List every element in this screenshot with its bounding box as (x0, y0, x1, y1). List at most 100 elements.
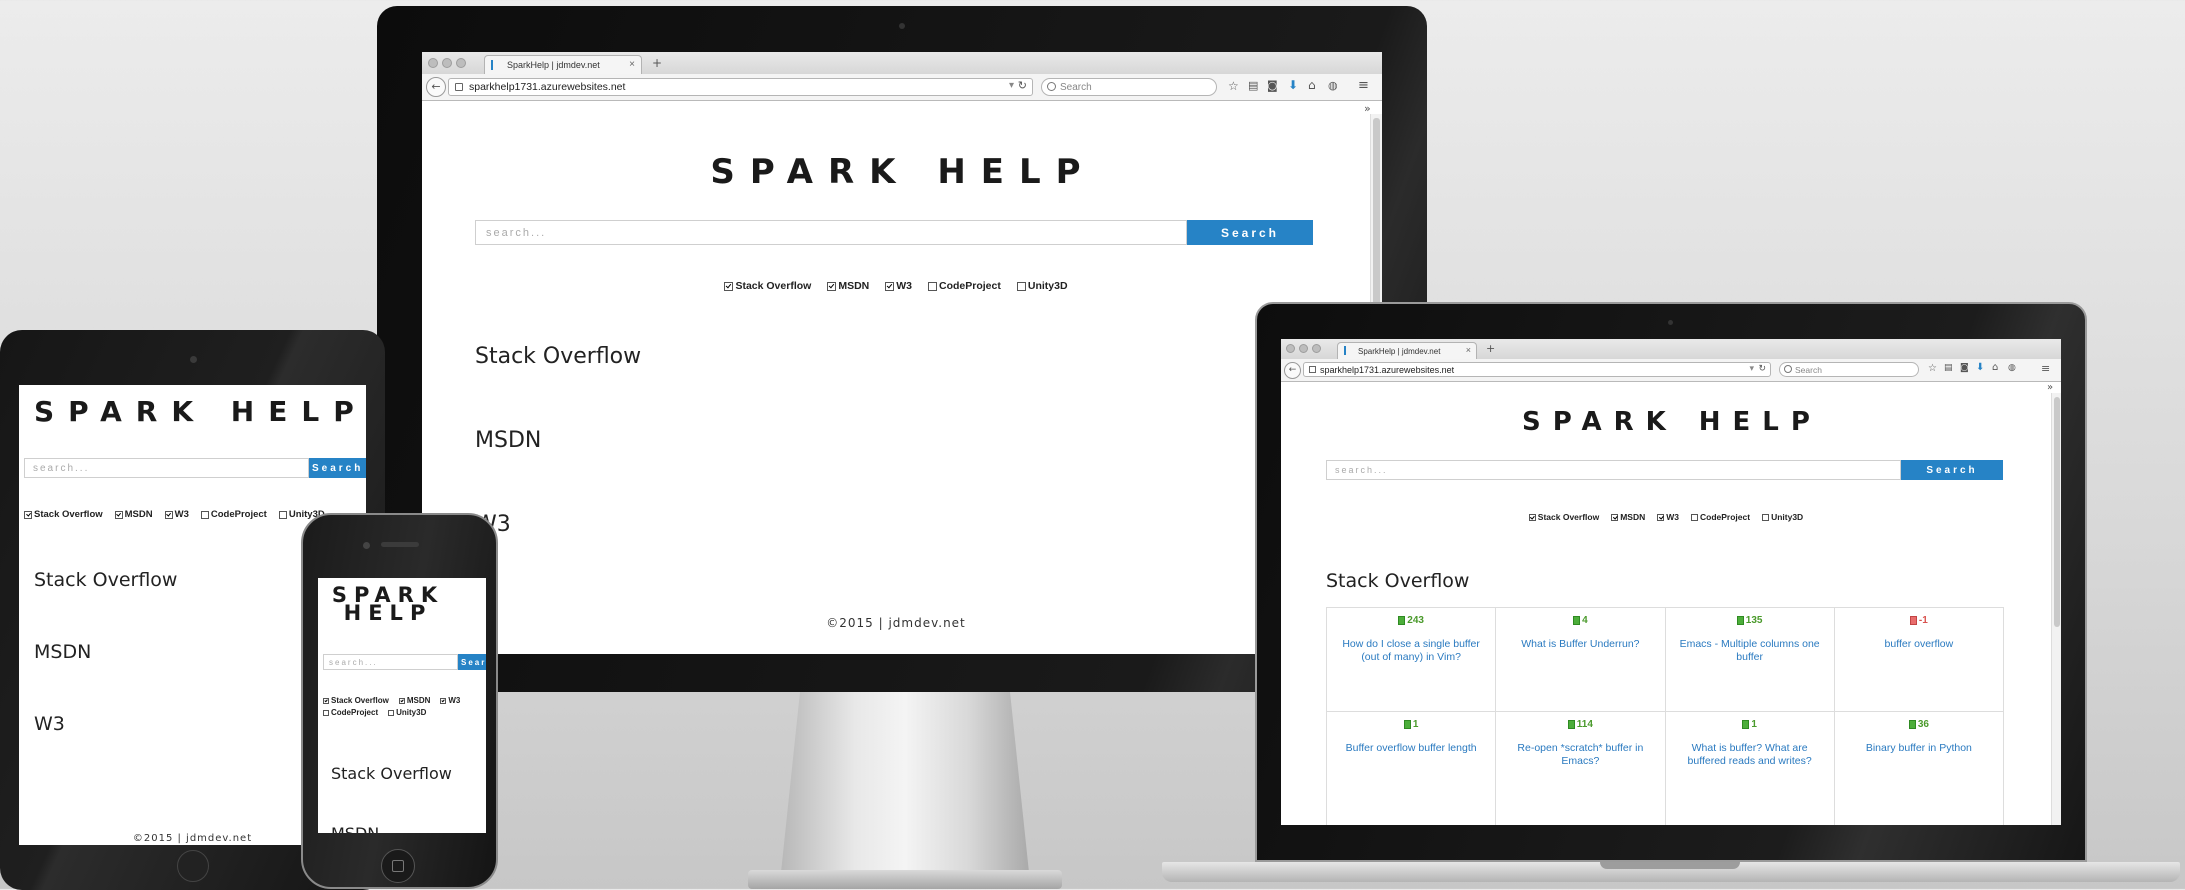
result-card[interactable]: 135 Emacs - Multiple columns one buffer (1665, 608, 1835, 712)
checkbox-box[interactable] (1611, 513, 1619, 521)
url-dropdown-icon[interactable]: ▾ (1009, 80, 1014, 91)
checkbox-box[interactable] (24, 510, 32, 519)
checkbox-stack-overflow[interactable]: Stack Overflow (323, 696, 389, 705)
checkbox-msdn[interactable]: MSDN (114, 509, 153, 520)
clipboard-icon[interactable]: ▤ (1944, 364, 1953, 373)
reload-icon[interactable]: ↻ (1018, 79, 1027, 92)
checkbox-unity3d[interactable]: Unity3D (388, 708, 426, 717)
search-button[interactable]: Search (458, 654, 486, 670)
checkbox-stack-overflow[interactable]: Stack Overflow (1528, 512, 1599, 522)
checkbox-msdn[interactable]: MSDN (398, 696, 430, 705)
question-link[interactable]: Buffer overflow buffer length (1327, 742, 1495, 755)
checkbox-box[interactable] (827, 281, 837, 291)
url-dropdown-icon[interactable]: ▾ (1749, 363, 1754, 374)
chat-icon[interactable]: ◍ (1328, 80, 1338, 91)
checkbox-codeproject[interactable]: CodeProject (323, 708, 378, 717)
question-link[interactable]: Binary buffer in Python (1835, 742, 2003, 755)
zoom-window-icon[interactable] (456, 58, 466, 68)
checkbox-w3[interactable]: W3 (885, 280, 912, 292)
result-card[interactable]: 1 Buffer overflow buffer length (1327, 712, 1497, 825)
question-link[interactable]: Emacs - Multiple columns one buffer (1666, 638, 1834, 664)
checkbox-stack-overflow[interactable]: Stack Overflow (24, 509, 103, 520)
checkbox-codeproject[interactable]: CodeProject (1691, 512, 1750, 522)
checkbox-unity3d[interactable]: Unity3D (1016, 280, 1068, 292)
home-button-icon[interactable] (381, 849, 415, 883)
laptop-tab[interactable]: SparkHelp | jdmdev.net × (1337, 342, 1477, 359)
new-tab-icon[interactable]: + (652, 57, 662, 69)
checkbox-w3[interactable]: W3 (440, 696, 460, 705)
result-card[interactable]: 36 Binary buffer in Python (1835, 712, 2004, 825)
hamburger-menu-icon[interactable]: ≡ (1358, 79, 1369, 92)
laptop-url-bar[interactable]: sparkhelp1731.azurewebsites.net ▾ ↻ (1303, 362, 1771, 377)
close-window-icon[interactable] (1286, 344, 1295, 353)
question-link[interactable]: How do I close a single buffer (out of m… (1327, 638, 1495, 664)
checkbox-box[interactable] (885, 281, 895, 291)
bookmark-star-icon[interactable]: ☆ (1228, 80, 1239, 92)
result-card[interactable]: -1 buffer overflow (1834, 608, 2004, 712)
search-input[interactable]: search... (24, 458, 309, 478)
reload-icon[interactable]: ↻ (1758, 363, 1766, 374)
checkbox-w3[interactable]: W3 (1657, 512, 1679, 522)
result-card[interactable]: 4 What is Buffer Underrun? (1496, 608, 1666, 712)
checkbox-unity3d[interactable]: Unity3D (1762, 512, 1803, 522)
checkbox-box[interactable] (388, 709, 395, 716)
desktop-browser-search[interactable]: Search (1041, 78, 1217, 96)
overflow-chevron-icon[interactable]: » (1364, 103, 1371, 114)
question-link[interactable]: Re-open *scratch* buffer in Emacs? (1496, 742, 1664, 768)
laptop-scrollbar[interactable] (2051, 393, 2061, 825)
result-card[interactable]: 1 What is buffer? What are buffered reads… (1666, 712, 1835, 825)
home-icon[interactable]: ⌂ (1992, 363, 1998, 373)
back-arrow-icon[interactable]: ← (426, 77, 446, 97)
checkbox-codeproject[interactable]: CodeProject (928, 280, 1001, 292)
tab-close-icon[interactable]: × (1466, 345, 1471, 355)
bookmark-star-icon[interactable]: ☆ (1928, 364, 1937, 374)
question-link[interactable]: What is buffer? What are buffered reads … (1666, 742, 1834, 768)
checkbox-box[interactable] (323, 697, 329, 704)
checkbox-box[interactable] (398, 697, 405, 704)
download-icon[interactable]: ⬇ (1288, 79, 1298, 91)
checkbox-box[interactable] (1691, 513, 1698, 521)
question-link[interactable]: buffer overflow (1835, 638, 2003, 651)
pocket-icon[interactable]: ◙ (1267, 80, 1278, 91)
checkbox-box[interactable] (1657, 513, 1665, 521)
question-link[interactable]: What is Buffer Underrun? (1496, 638, 1664, 651)
download-icon[interactable]: ⬇ (1976, 363, 1984, 373)
search-input[interactable]: search... (1326, 460, 1901, 480)
desktop-url-bar[interactable]: sparkhelp1731.azurewebsites.net ▾ ↻ (448, 78, 1033, 96)
desktop-tab[interactable]: SparkHelp | jdmdev.net × (484, 55, 642, 74)
checkbox-box[interactable] (323, 709, 329, 716)
close-window-icon[interactable] (428, 58, 438, 68)
hamburger-menu-icon[interactable]: ≡ (2041, 363, 2050, 374)
search-button[interactable]: Search (309, 458, 366, 478)
checkbox-box[interactable] (114, 510, 123, 519)
minimize-window-icon[interactable] (1299, 344, 1308, 353)
search-button[interactable]: Search (1187, 220, 1313, 245)
checkbox-box[interactable] (278, 510, 287, 519)
checkbox-box[interactable] (1528, 513, 1536, 521)
checkbox-box[interactable] (1762, 513, 1770, 521)
laptop-scroll-thumb[interactable] (2054, 397, 2060, 627)
checkbox-codeproject[interactable]: CodeProject (200, 509, 267, 520)
home-icon[interactable]: ⌂ (1308, 79, 1316, 91)
checkbox-stack-overflow[interactable]: Stack Overflow (724, 280, 811, 292)
checkbox-box[interactable] (164, 510, 173, 519)
checkbox-box[interactable] (440, 697, 447, 704)
new-tab-icon[interactable]: + (1486, 343, 1495, 354)
result-card[interactable]: 243 How do I close a single buffer (out o… (1327, 608, 1497, 712)
search-input[interactable]: search... (475, 220, 1187, 245)
checkbox-msdn[interactable]: MSDN (1611, 512, 1645, 522)
laptop-browser-search[interactable]: Search (1779, 362, 1919, 377)
pocket-icon[interactable]: ◙ (1960, 364, 1969, 373)
checkbox-box[interactable] (724, 281, 734, 291)
overflow-chevron-icon[interactable]: » (2047, 383, 2053, 393)
minimize-window-icon[interactable] (442, 58, 452, 68)
zoom-window-icon[interactable] (1312, 344, 1321, 353)
checkbox-msdn[interactable]: MSDN (827, 280, 869, 292)
checkbox-w3[interactable]: W3 (164, 509, 189, 520)
result-card[interactable]: 114 Re-open *scratch* buffer in Emacs? (1496, 712, 1666, 825)
clipboard-icon[interactable]: ▤ (1248, 80, 1258, 91)
home-button-icon[interactable] (177, 850, 209, 882)
tab-close-icon[interactable]: × (629, 59, 635, 70)
checkbox-box[interactable] (1016, 281, 1026, 291)
checkbox-box[interactable] (200, 510, 209, 519)
